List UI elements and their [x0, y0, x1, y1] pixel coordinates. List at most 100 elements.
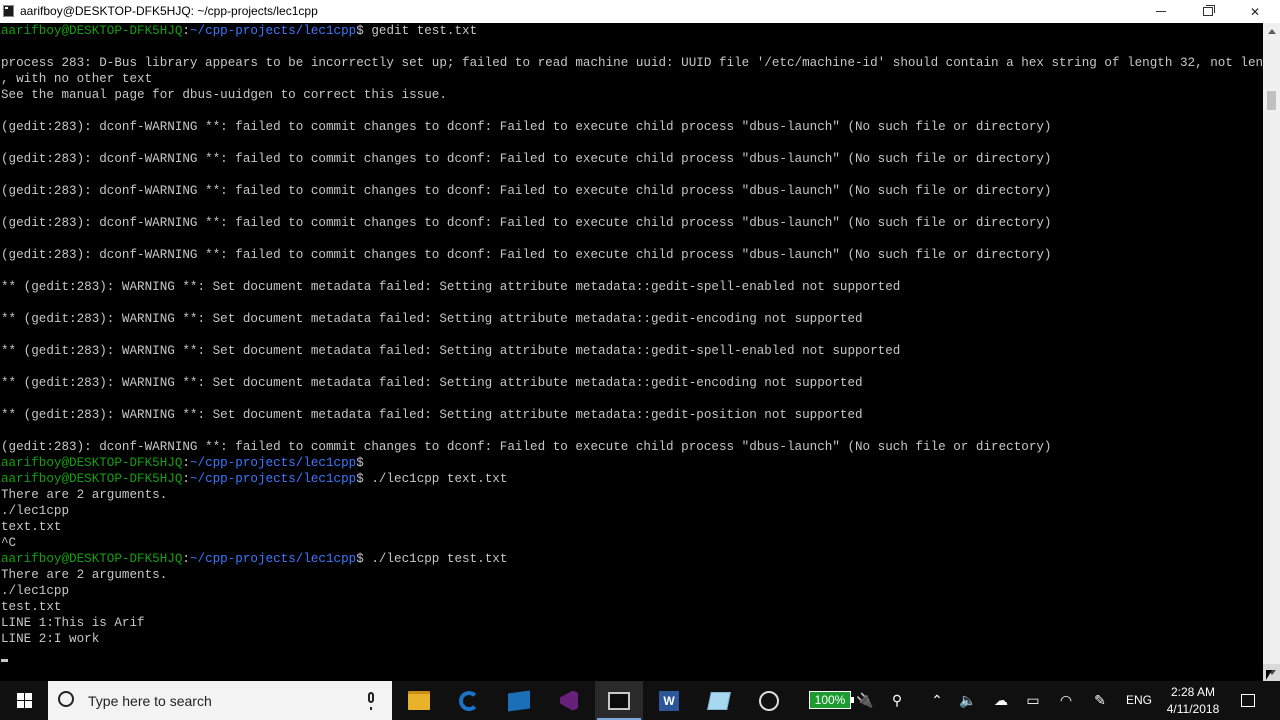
output-line: (gedit:283): dconf-WARNING **: failed to… [1, 120, 1052, 134]
output-line: ** (gedit:283): WARNING **: Set document… [1, 408, 863, 422]
scroll-up-button[interactable] [1263, 23, 1280, 40]
output-line: There are 2 arguments. [1, 568, 168, 582]
battery-indicator[interactable]: 100% [809, 691, 854, 709]
visual-studio-icon [560, 690, 578, 711]
prompt-separator: : [182, 552, 190, 566]
battery-icon[interactable]: ▭ [1018, 681, 1048, 720]
output-line: ** (gedit:283): WARNING **: Set document… [1, 376, 863, 390]
windows-logo-icon [16, 693, 32, 708]
text-cursor [1, 659, 8, 662]
prompt-user: aarifboy@DESKTOP-DFK5HJQ [1, 472, 183, 486]
window-title: aarifboy@DESKTOP-DFK5HJQ: ~/cpp-projects… [20, 4, 318, 18]
taskbar-app-notepad[interactable] [695, 681, 743, 720]
clock-date: 4/11/2018 [1166, 702, 1220, 716]
word-icon: W [659, 690, 679, 711]
prompt-symbol: $ [356, 552, 372, 566]
clock-time: 2:28 AM [1170, 685, 1216, 699]
volume-icon[interactable]: 🔈 [953, 681, 983, 720]
output-line: ** (gedit:283): WARNING **: Set document… [1, 344, 901, 358]
output-line: (gedit:283): dconf-WARNING **: failed to… [1, 440, 1052, 454]
window-icon [508, 689, 530, 712]
close-button[interactable]: ✕ [1232, 0, 1278, 23]
taskbar-app-obs[interactable] [745, 681, 793, 720]
edge-icon [459, 690, 479, 711]
output-line: ./lec1cpp [1, 584, 70, 598]
onedrive-icon[interactable]: ☁ [986, 681, 1016, 720]
output-line: (gedit:283): dconf-WARNING **: failed to… [1, 216, 1052, 230]
minimize-icon [1156, 11, 1166, 12]
action-center-button[interactable] [1236, 681, 1260, 720]
language-indicator[interactable]: ENG [1126, 693, 1152, 707]
close-icon: ✕ [1249, 4, 1261, 19]
battery-percent: 100% [814, 693, 846, 707]
start-button[interactable] [0, 681, 48, 720]
taskbar-app-file-explorer[interactable] [395, 681, 443, 720]
microphone-icon[interactable] [368, 692, 374, 710]
prompt-path: ~/cpp-projects/lec1cpp [189, 456, 357, 470]
taskbar-clock[interactable]: 2:28 AM 4/11/2018 [1160, 684, 1226, 718]
output-line: text.txt [1, 520, 62, 534]
terminal-app-icon [3, 5, 14, 17]
taskbar-app-windows[interactable] [495, 681, 543, 720]
maximize-button[interactable] [1185, 0, 1231, 23]
prompt-command: ./lec1cpp test.txt [371, 552, 508, 566]
prompt-user: aarifboy@DESKTOP-DFK5HJQ [1, 24, 183, 38]
output-line: (gedit:283): dconf-WARNING **: failed to… [1, 248, 1052, 262]
taskbar-app-visual-studio[interactable] [545, 681, 593, 720]
prompt-line: aarifboy@DESKTOP-DFK5HJQ:~/cpp-projects/… [1, 471, 1263, 487]
prompt-user: aarifboy@DESKTOP-DFK5HJQ [1, 552, 183, 566]
taskbar-app-edge[interactable] [445, 681, 493, 720]
prompt-separator: : [182, 456, 190, 470]
prompt-line: aarifboy@DESKTOP-DFK5HJQ:~/cpp-projects/… [1, 455, 1263, 471]
prompt-command: ./lec1cpp text.txt [371, 472, 508, 486]
prompt-symbol: $ [356, 24, 372, 38]
output-line: process 283: D-Bus library appears to be… [1, 56, 1263, 70]
output-line: (gedit:283): dconf-WARNING **: failed to… [1, 184, 1052, 198]
people-icon[interactable]: ⚲ [882, 681, 912, 720]
wifi-icon[interactable]: ◠ [1051, 681, 1081, 720]
taskbar-app-terminal[interactable] [595, 681, 643, 720]
prompt-symbol: $ [356, 472, 372, 486]
prompt-path: ~/cpp-projects/lec1cpp [189, 472, 357, 486]
prompt-symbol: $ [356, 456, 364, 470]
prompt-path: ~/cpp-projects/lec1cpp [189, 552, 357, 566]
prompt-line: aarifboy@DESKTOP-DFK5HJQ:~/cpp-projects/… [1, 551, 1263, 567]
taskbar: Type here to search W 100% 🔌 ⚲ ⌃ 🔈 ☁ ▭ ◠… [0, 681, 1280, 720]
pen-icon[interactable]: ✎ [1085, 681, 1115, 720]
notepad-icon [707, 691, 731, 710]
cortana-icon [58, 691, 74, 707]
output-line: (gedit:283): dconf-WARNING **: failed to… [1, 152, 1052, 166]
restore-icon [1203, 5, 1215, 16]
output-line: ** (gedit:283): WARNING **: Set document… [1, 280, 901, 294]
prompt-line: aarifboy@DESKTOP-DFK5HJQ:~/cpp-projects/… [1, 23, 1263, 39]
prompt-path: ~/cpp-projects/lec1cpp [189, 24, 357, 38]
scrollbar-thumb[interactable] [1267, 91, 1276, 110]
terminal-output[interactable]: aarifboy@DESKTOP-DFK5HJQ:~/cpp-projects/… [0, 23, 1263, 681]
output-line: ** (gedit:283): WARNING **: Set document… [1, 312, 863, 326]
window-title-bar[interactable]: aarifboy@DESKTOP-DFK5HJQ: ~/cpp-projects… [0, 0, 1280, 23]
search-placeholder: Type here to search [88, 693, 212, 709]
vertical-scrollbar[interactable] [1263, 23, 1280, 681]
taskbar-app-word[interactable]: W [645, 681, 693, 720]
prompt-separator: : [182, 472, 190, 486]
output-line: ./lec1cpp [1, 504, 70, 518]
power-plug-icon[interactable]: 🔌 [850, 681, 880, 720]
prompt-user: aarifboy@DESKTOP-DFK5HJQ [1, 456, 183, 470]
prompt-separator: : [182, 24, 190, 38]
output-line: test.txt [1, 600, 62, 614]
output-line: There are 2 arguments. [1, 488, 168, 502]
taskbar-search-box[interactable]: Type here to search [48, 681, 392, 720]
show-hidden-icons-button[interactable]: ⌃ [922, 681, 952, 720]
minimize-button[interactable] [1138, 0, 1184, 23]
